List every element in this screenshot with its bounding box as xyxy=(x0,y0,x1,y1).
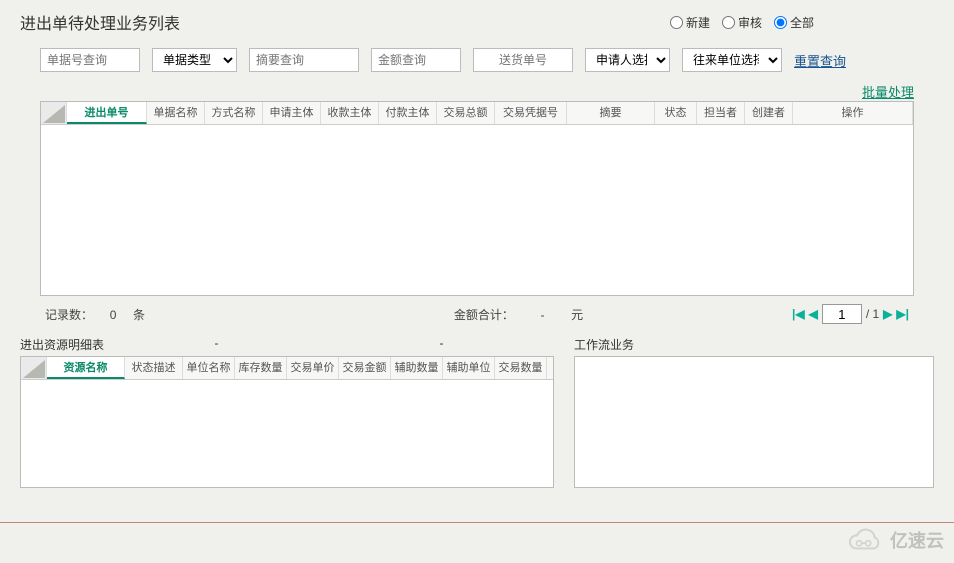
pager-last-icon[interactable]: ▶| xyxy=(896,307,909,321)
amount-value: - xyxy=(541,308,545,322)
main-col-9[interactable]: 状态 xyxy=(655,102,697,124)
doctype-select[interactable]: 单据类型 xyxy=(152,48,237,72)
cloud-icon xyxy=(842,527,884,553)
status-bar: 记录数： 0 条 金额合计： - 元 |◀ ◀ / 1 ▶ ▶| xyxy=(0,296,954,332)
pager-next-icon[interactable]: ▶ xyxy=(883,307,892,321)
main-col-3[interactable]: 申请主体 xyxy=(263,102,321,124)
detail-col-2[interactable]: 单位名称 xyxy=(183,357,235,379)
pager-prev-icon[interactable]: ◀ xyxy=(809,307,818,321)
main-col-12[interactable]: 操作 xyxy=(793,102,913,124)
amount-unit: 元 xyxy=(571,308,583,322)
detail-col-6[interactable]: 辅助数量 xyxy=(391,357,443,379)
main-col-2[interactable]: 方式名称 xyxy=(205,102,263,124)
detail-dash2: - xyxy=(329,336,554,353)
main-table: 进出单号单据名称方式名称申请主体收款主体付款主体交易总额交易凭据号摘要状态担当者… xyxy=(40,101,914,296)
docno-input[interactable] xyxy=(40,48,140,72)
filter-radio-group: 新建 审核 全部 xyxy=(670,14,814,31)
footer-divider xyxy=(0,522,954,523)
main-col-6[interactable]: 交易总额 xyxy=(437,102,495,124)
main-col-0[interactable]: 进出单号 xyxy=(67,102,147,124)
filter-bar: 单据类型 申请人选择 往来单位选择 重置查询 xyxy=(0,42,954,80)
records-value: 0 xyxy=(110,308,117,322)
detail-col-8[interactable]: 交易数量 xyxy=(495,357,547,379)
workflow-panel xyxy=(574,356,934,488)
radio-all[interactable]: 全部 xyxy=(774,14,814,31)
pager-first-icon[interactable]: |◀ xyxy=(792,307,805,321)
radio-new[interactable]: 新建 xyxy=(670,14,710,31)
partner-select[interactable]: 往来单位选择 xyxy=(682,48,782,72)
watermark-text: 亿速云 xyxy=(890,527,944,553)
batch-process-link[interactable]: 批量处理 xyxy=(862,85,914,100)
records-unit: 条 xyxy=(133,308,145,322)
main-col-10[interactable]: 担当者 xyxy=(697,102,745,124)
detail-col-7[interactable]: 辅助单位 xyxy=(443,357,495,379)
summary-input[interactable] xyxy=(249,48,359,72)
page-title: 进出单待处理业务列表 xyxy=(20,10,670,34)
amount-input[interactable] xyxy=(371,48,461,72)
workflow-title: 工作流业务 xyxy=(574,336,634,353)
main-col-8[interactable]: 摘要 xyxy=(567,102,655,124)
detail-col-5[interactable]: 交易金额 xyxy=(339,357,391,379)
main-col-5[interactable]: 付款主体 xyxy=(379,102,437,124)
radio-audit[interactable]: 审核 xyxy=(722,14,762,31)
reset-query-link[interactable]: 重置查询 xyxy=(794,51,846,70)
detail-title: 进出资源明细表 xyxy=(20,336,104,353)
main-col-11[interactable]: 创建者 xyxy=(745,102,793,124)
detail-col-4[interactable]: 交易单价 xyxy=(287,357,339,379)
detail-corner xyxy=(21,357,47,379)
delivery-input[interactable] xyxy=(473,48,573,72)
main-col-1[interactable]: 单据名称 xyxy=(147,102,205,124)
table-corner xyxy=(41,102,67,124)
pager-page-input[interactable] xyxy=(822,304,862,324)
detail-col-3[interactable]: 库存数量 xyxy=(235,357,287,379)
watermark: 亿速云 xyxy=(842,527,944,553)
applicant-select[interactable]: 申请人选择 xyxy=(585,48,670,72)
pager: |◀ ◀ / 1 ▶ ▶| xyxy=(792,304,909,324)
records-label: 记录数： xyxy=(45,308,93,322)
main-col-7[interactable]: 交易凭据号 xyxy=(495,102,567,124)
detail-dash1: - xyxy=(104,336,329,353)
amount-label: 金额合计： xyxy=(454,308,514,322)
detail-col-1[interactable]: 状态描述 xyxy=(125,357,183,379)
detail-col-0[interactable]: 资源名称 xyxy=(47,357,125,379)
pager-total: / 1 xyxy=(866,307,879,321)
main-col-4[interactable]: 收款主体 xyxy=(321,102,379,124)
detail-table: 资源名称状态描述单位名称库存数量交易单价交易金额辅助数量辅助单位交易数量 xyxy=(20,356,554,488)
